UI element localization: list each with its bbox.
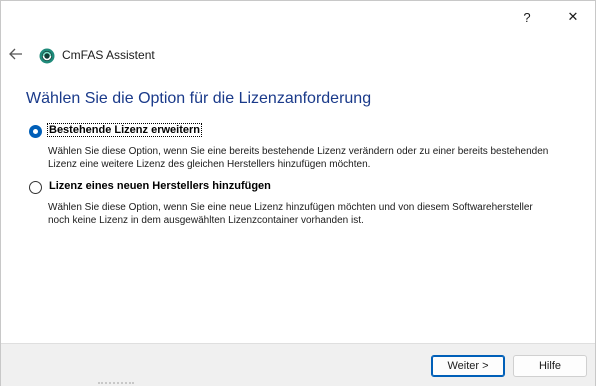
app-title: CmFAS Assistent (62, 48, 155, 62)
radio-new-vendor[interactable] (29, 181, 42, 194)
wizard-footer: Weiter > Hilfe (1, 343, 595, 386)
close-button[interactable]: ✕ (550, 1, 596, 33)
page-title: Wählen Sie die Option für die Lizenzanfo… (26, 90, 372, 107)
help-icon: ? (523, 9, 531, 25)
option-label[interactable]: Bestehende Lizenz erweitern (47, 123, 202, 137)
wizard-header: CmFAS Assistent (1, 37, 595, 73)
option-description: Wählen Sie diese Option, wenn Sie eine b… (48, 146, 549, 170)
radio-extend-license[interactable] (29, 125, 42, 138)
title-bar: ? ✕ (1, 1, 595, 33)
back-button[interactable] (7, 45, 25, 63)
option-description: Wählen Sie diese Option, wenn Sie eine n… (48, 202, 533, 226)
resize-grip (98, 382, 134, 384)
help-button[interactable]: Hilfe (513, 355, 587, 377)
option-label[interactable]: Lizenz eines neuen Herstellers hinzufüge… (48, 180, 272, 192)
help-title-button[interactable]: ? (504, 1, 550, 33)
wizard-window: ? ✕ CmFAS Assistent Wählen Sie die Optio… (0, 0, 596, 386)
close-icon: ✕ (567, 9, 579, 24)
cmfas-logo-icon (39, 48, 55, 64)
arrow-left-icon (9, 48, 22, 60)
next-button[interactable]: Weiter > (431, 355, 505, 377)
